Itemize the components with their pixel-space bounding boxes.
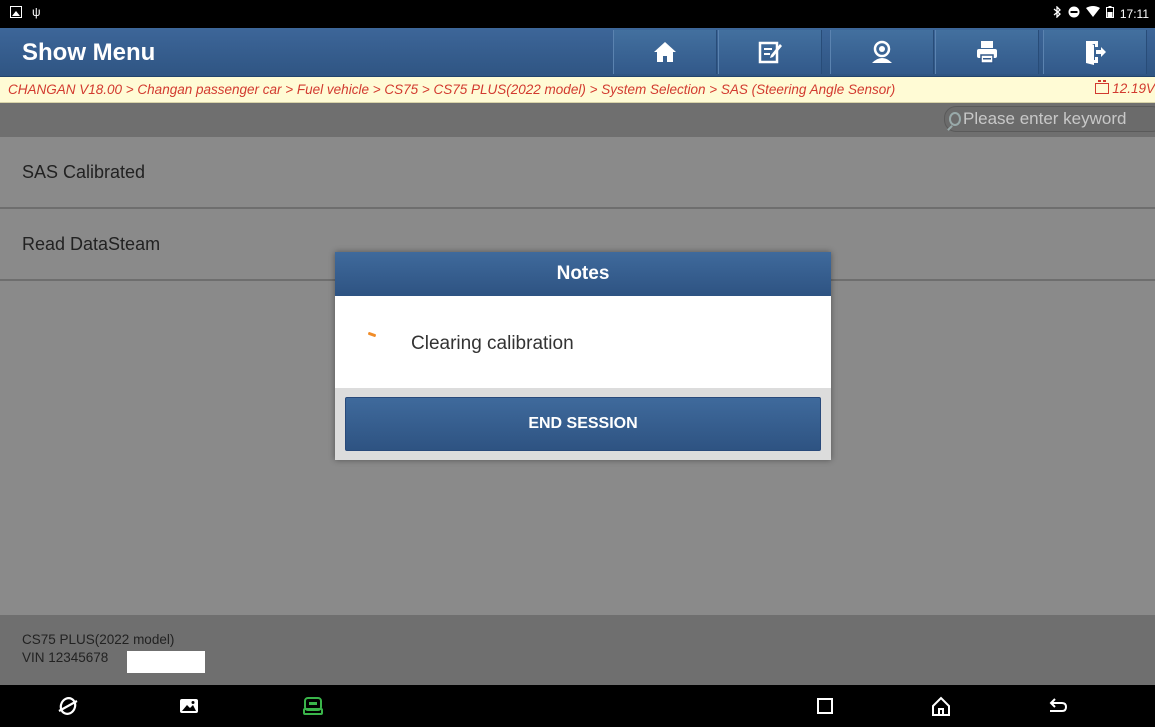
- notes-dialog: Notes Clearing calibration END SESSION: [335, 252, 831, 460]
- dialog-message: Clearing calibration: [411, 333, 574, 354]
- dnd-icon: [1068, 6, 1080, 21]
- print-button[interactable]: [935, 30, 1039, 74]
- vehicle-model: CS75 PLUS(2022 model): [22, 632, 175, 647]
- profile-icon: [872, 40, 892, 63]
- end-session-button[interactable]: END SESSION: [345, 397, 821, 451]
- menu-item-sas-calibrated[interactable]: SAS Calibrated: [0, 137, 1155, 209]
- header-bar: Show Menu: [0, 28, 1155, 77]
- usb-icon: ψ: [32, 5, 41, 19]
- car-battery-icon: [1095, 80, 1110, 94]
- status-bar: ψ 17:11: [0, 0, 1155, 28]
- battery-icon: [1105, 6, 1114, 21]
- exit-button[interactable]: [1043, 30, 1147, 74]
- vin-redaction: [127, 651, 205, 673]
- edit-icon: [758, 41, 782, 64]
- print-icon: [977, 41, 997, 64]
- voltage-value: 12.19V: [1112, 81, 1155, 96]
- profile-button[interactable]: [830, 30, 934, 74]
- vehicle-info-bar: CS75 PLUS(2022 model) VIN 12345678: [0, 615, 1155, 685]
- exit-icon: [1086, 41, 1106, 65]
- breadcrumb: CHANGAN V18.00 > Changan passenger car >…: [0, 77, 1155, 103]
- bluetooth-icon: [1052, 5, 1062, 21]
- home-icon: [654, 42, 676, 62]
- wifi-icon: [1085, 6, 1100, 21]
- loading-spinner-icon: [367, 331, 377, 338]
- gallery-icon[interactable]: [176, 693, 202, 719]
- dialog-title: Notes: [335, 252, 831, 296]
- breadcrumb-path: CHANGAN V18.00 > Changan passenger car >…: [8, 82, 896, 97]
- search-input[interactable]: [963, 109, 1155, 129]
- dialog-body: Clearing calibration: [335, 296, 831, 388]
- vehicle-vin: VIN 12345678: [22, 650, 109, 665]
- menu-item-label: Read DataSteam: [22, 233, 161, 254]
- back-icon[interactable]: [1044, 693, 1070, 719]
- voltage-indicator: 12.19V: [1095, 80, 1155, 96]
- search-box[interactable]: [944, 106, 1155, 132]
- edit-button[interactable]: [718, 30, 822, 74]
- page-title: Show Menu: [22, 39, 156, 66]
- menu-item-label: SAS Calibrated: [22, 161, 146, 182]
- vci-icon[interactable]: [300, 693, 326, 719]
- home-button[interactable]: [613, 30, 717, 74]
- navigation-bar: [0, 685, 1155, 727]
- clock: 17:11: [1119, 6, 1149, 21]
- search-icon: [949, 112, 961, 126]
- image-icon: [10, 6, 22, 18]
- browser-icon[interactable]: [55, 693, 81, 719]
- search-row: [0, 103, 1155, 137]
- recents-icon[interactable]: [812, 693, 838, 719]
- home-nav-icon[interactable]: [928, 693, 954, 719]
